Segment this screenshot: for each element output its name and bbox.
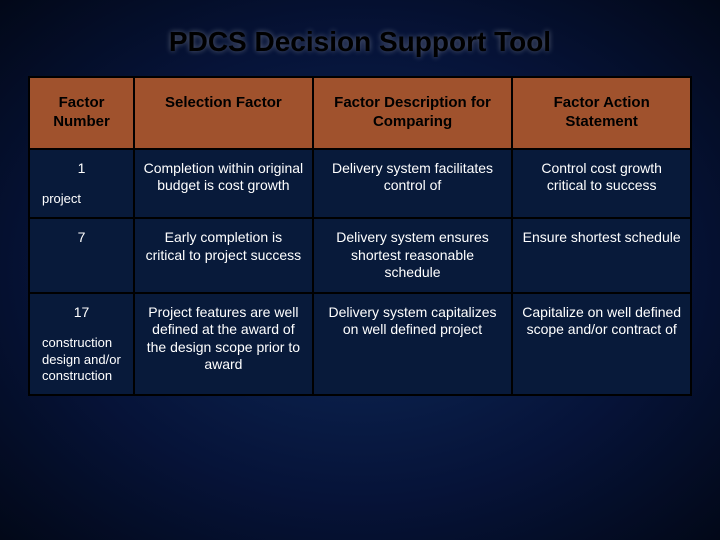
action-text: Capitalize on well defined scope and/or … — [521, 304, 682, 339]
header-factor-description: Factor Description for Comparing — [313, 77, 513, 149]
factor-number: 7 — [78, 229, 86, 245]
cell-action-3: Capitalize on well defined scope and/or … — [512, 293, 691, 395]
table-row: 1 project Completion within original bud… — [29, 149, 691, 219]
factor-number: 17 — [38, 304, 125, 322]
cell-description-3: Delivery system capitalizes on well defi… — [313, 293, 513, 395]
table-row: 17 construction design and/or constructi… — [29, 293, 691, 395]
cell-number-3: 17 construction design and/or constructi… — [29, 293, 134, 395]
cell-action-2: Ensure shortest schedule — [512, 218, 691, 293]
factor-number: 1 — [78, 160, 86, 176]
table-row: 7 Early completion is critical to projec… — [29, 218, 691, 293]
action-text: Ensure shortest schedule — [521, 229, 682, 247]
factor-number-sub: project — [38, 191, 125, 207]
table-header-row: Factor Number Selection Factor Factor De… — [29, 77, 691, 149]
cell-description-2: Delivery system ensures shortest reasona… — [313, 218, 513, 293]
cell-action-1: Control cost growth critical to success — [512, 149, 691, 219]
cell-selection-3: Project features are well defined at the… — [134, 293, 313, 395]
decision-table: Factor Number Selection Factor Factor De… — [28, 76, 692, 396]
factor-number-sub: construction design and/or construction — [38, 335, 125, 384]
action-text: Control cost growth critical to success — [521, 160, 682, 195]
cell-number-2: 7 — [29, 218, 134, 293]
header-selection-factor: Selection Factor — [134, 77, 313, 149]
cell-number-1: 1 project — [29, 149, 134, 219]
cell-selection-1: Completion within original budget is cos… — [134, 149, 313, 219]
slide-title: PDCS Decision Support Tool — [28, 26, 692, 58]
header-factor-number: Factor Number — [29, 77, 134, 149]
header-factor-action: Factor Action Statement — [512, 77, 691, 149]
slide-container: PDCS Decision Support Tool Factor Number… — [0, 0, 720, 540]
cell-selection-2: Early completion is critical to project … — [134, 218, 313, 293]
cell-description-1: Delivery system facilitates control of — [313, 149, 513, 219]
